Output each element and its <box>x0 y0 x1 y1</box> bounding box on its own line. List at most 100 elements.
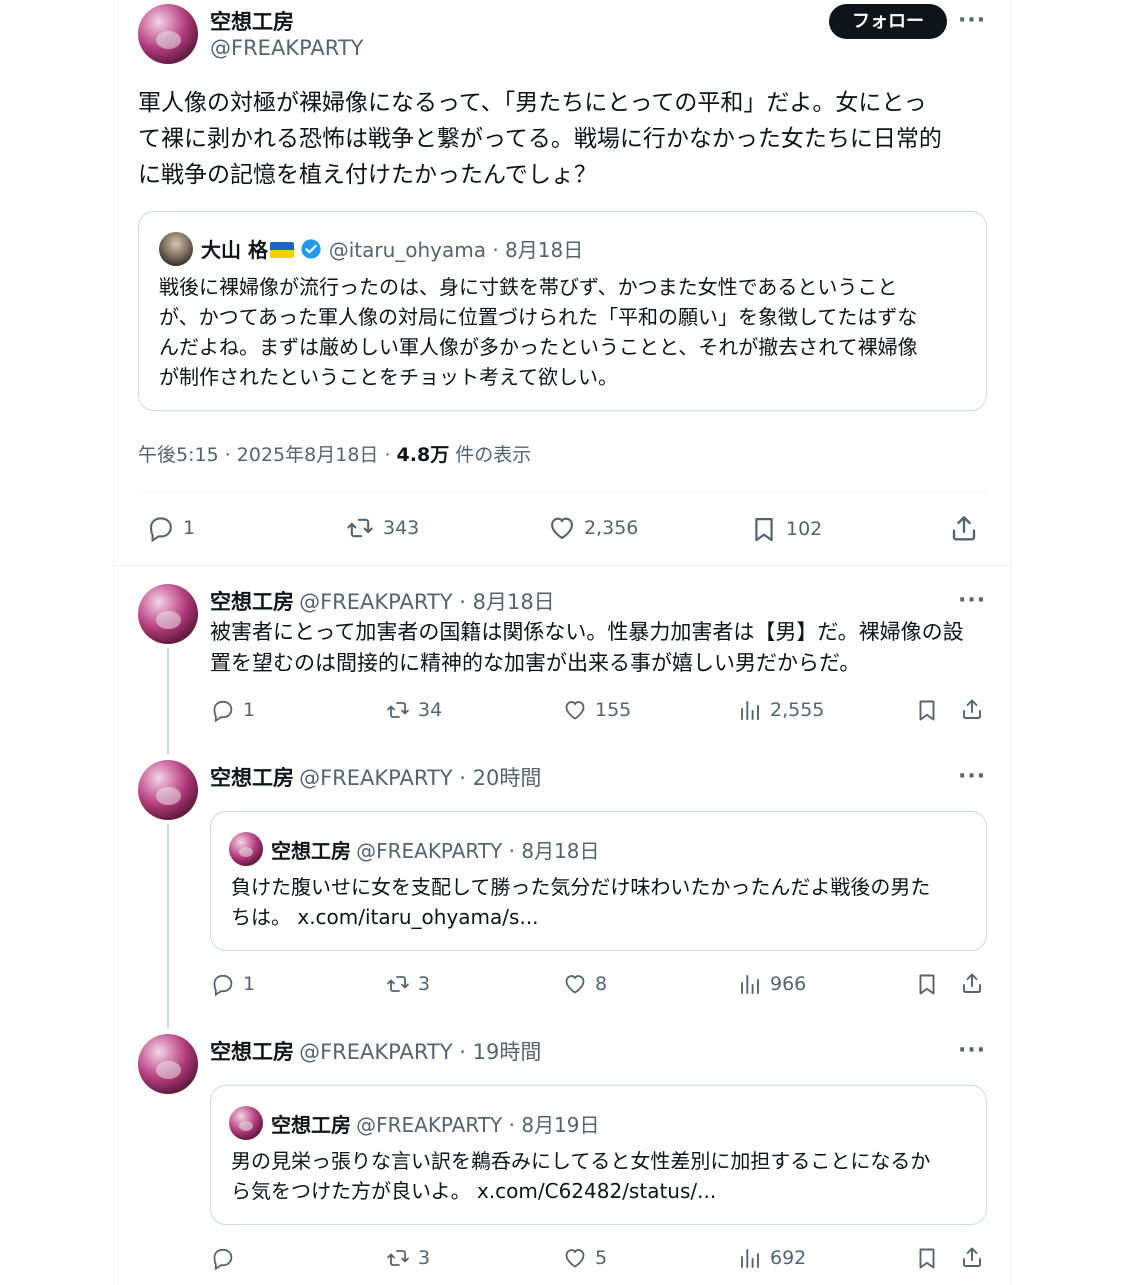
author-handle[interactable]: @FREAKPARTY <box>210 36 363 60</box>
like-icon <box>563 1246 587 1270</box>
quoted-author-avatar <box>229 1106 263 1140</box>
like-count: 5 <box>595 1247 608 1269</box>
quoted-author-name: 空想工房 <box>271 839 351 863</box>
views-icon <box>738 1246 762 1270</box>
post-timestamp[interactable]: 午後5:15 · 2025年8月18日 · <box>138 444 397 466</box>
reply-button[interactable]: 1 <box>147 514 195 542</box>
quoted-author-handle: @itaru_ohyama <box>328 238 486 262</box>
like-icon <box>548 514 576 542</box>
share-button[interactable] <box>949 513 979 543</box>
bookmark-button[interactable] <box>915 1246 939 1270</box>
bookmark-icon <box>915 1246 939 1270</box>
follow-button[interactable]: フォロー <box>829 4 947 39</box>
like-icon <box>563 698 587 722</box>
more-icon[interactable]: ··· <box>958 1038 986 1063</box>
like-count: 2,356 <box>584 517 639 539</box>
quoted-text: 負けた腹いせに女を支配して勝った気分だけ味わいたかったんだよ戦後の男た ちは。 … <box>231 872 976 932</box>
repost-count: 343 <box>383 517 420 539</box>
post-text-line: に戦争の記憶を植え付けたかったんでしょ？ <box>138 162 597 188</box>
bookmark-button[interactable] <box>915 698 939 722</box>
more-icon[interactable]: ··· <box>958 764 986 789</box>
quoted-author-avatar <box>229 832 263 866</box>
quoted-post[interactable]: 空想工房 @FREAKPARTY · 8月19日 男の見栄っ張りな言い訳を鵜呑み… <box>210 1085 987 1225</box>
more-icon[interactable]: ··· <box>958 588 986 613</box>
post-text: 軍人像の対極が裸婦像になるって、「男たちにとっての平和」だよ。女にとっ て裸に剥… <box>138 85 988 193</box>
reply-icon <box>147 514 175 542</box>
reply-text-line: 置を望むのは間接的に精神的な加害が出来る事が嬉しい男だからだ。 <box>210 651 861 675</box>
reply-text-line: 被害者にとって加害者の国籍は関係ない。性暴力加害者は【男】だ。裸婦像の設 <box>210 620 964 644</box>
reply-author-name[interactable]: 空想工房 <box>210 766 294 790</box>
like-button[interactable]: 2,356 <box>548 514 638 542</box>
reply-button[interactable]: 1 <box>211 698 255 722</box>
reply-handle-time[interactable]: @FREAKPARTY · 20時間 <box>299 766 541 790</box>
quoted-text-line: 男の見栄っ張りな言い訳を鵜呑みにしてると女性差別に加担することになるか <box>231 1149 931 1173</box>
bookmark-button[interactable]: 102 <box>750 514 822 544</box>
reply-handle-time[interactable]: @FREAKPARTY · 8月18日 <box>299 590 555 614</box>
views-count: 966 <box>770 973 807 995</box>
reply-button[interactable]: 1 <box>211 972 255 996</box>
bookmark-count: 102 <box>786 518 823 540</box>
views-count: 4.8万 <box>396 444 450 466</box>
quoted-text-line: ちは。 x.com/itaru_ohyama/s... <box>231 905 539 929</box>
post-text-line: 軍人像の対極が裸婦像になるって、「男たちにとっての平和」だよ。女にとっ <box>138 90 927 116</box>
like-icon <box>563 972 587 996</box>
share-button[interactable] <box>960 971 984 995</box>
repost-button[interactable]: 3 <box>386 972 430 996</box>
quoted-post[interactable]: 空想工房 @FREAKPARTY · 8月18日 負けた腹いせに女を支配して勝っ… <box>210 811 987 951</box>
views-count: 2,555 <box>770 699 825 721</box>
reply-handle-time[interactable]: @FREAKPARTY · 19時間 <box>299 1040 541 1064</box>
quoted-post[interactable]: 大山 格 @itaru_ohyama · 8月18日 戦後に裸婦像が流行ったのは… <box>138 211 987 411</box>
like-button[interactable]: 8 <box>563 972 607 996</box>
post-text-line: て裸に剥かれる恐怖は戦争と繋がってる。戦場に行かなかった女たちに日常的 <box>138 126 942 152</box>
like-count: 8 <box>595 973 608 995</box>
share-icon <box>949 513 979 543</box>
quoted-text-line: が、かつてあった軍人像の対局に位置づけられた「平和の願い」を象徴してたはずな <box>159 305 918 329</box>
thread-connector <box>167 648 169 754</box>
reply-icon <box>211 972 235 996</box>
reply-button[interactable] <box>211 1246 243 1270</box>
repost-icon <box>386 698 410 722</box>
reply-count: 1 <box>183 517 196 539</box>
reply-author-name[interactable]: 空想工房 <box>210 1040 294 1064</box>
share-icon <box>960 1245 984 1269</box>
share-icon <box>960 697 984 721</box>
repost-button[interactable]: 3 <box>386 1246 430 1270</box>
thread-connector <box>167 824 169 1028</box>
quoted-text-line: ら気をつけた方が良いよ。 x.com/C62482/status/... <box>231 1179 717 1203</box>
divider <box>138 492 988 493</box>
repost-count: 3 <box>418 1247 431 1269</box>
reply-avatar[interactable] <box>138 1034 198 1094</box>
repost-button[interactable]: 343 <box>345 514 419 542</box>
views-button[interactable]: 692 <box>738 1246 806 1270</box>
like-button[interactable]: 155 <box>563 698 631 722</box>
reply-count: 1 <box>243 699 256 721</box>
like-count: 155 <box>595 699 632 721</box>
author-avatar[interactable] <box>138 4 198 64</box>
reply-count: 1 <box>243 973 256 995</box>
views-count: 692 <box>770 1247 807 1269</box>
views-icon <box>738 698 762 722</box>
repost-icon <box>386 972 410 996</box>
more-icon[interactable]: ··· <box>958 8 986 33</box>
like-button[interactable]: 5 <box>563 1246 607 1270</box>
repost-button[interactable]: 34 <box>386 698 442 722</box>
share-button[interactable] <box>960 697 984 721</box>
bookmark-icon <box>750 514 778 544</box>
reply-author-name[interactable]: 空想工房 <box>210 590 294 614</box>
quoted-text: 戦後に裸婦像が流行ったのは、身に寸鉄を帯びず、かつまた女性であるということ が、… <box>159 272 974 392</box>
views-button[interactable]: 2,555 <box>738 698 824 722</box>
reply-avatar[interactable] <box>138 760 198 820</box>
share-button[interactable] <box>960 1245 984 1269</box>
views-button[interactable]: 966 <box>738 972 806 996</box>
divider <box>113 565 1011 566</box>
ukraine-flag-icon <box>269 242 294 258</box>
author-name[interactable]: 空想工房 <box>210 6 294 36</box>
quoted-author-name: 空想工房 <box>271 1113 351 1137</box>
reply-text: 被害者にとって加害者の国籍は関係ない。性暴力加害者は【男】だ。裸婦像の設 置を望… <box>210 617 990 679</box>
bookmark-button[interactable] <box>915 972 939 996</box>
bookmark-icon <box>915 698 939 722</box>
post-meta: 午後5:15 · 2025年8月18日 · 4.8万 件の表示 <box>138 440 531 467</box>
repost-icon <box>345 514 375 542</box>
views-icon <box>738 972 762 996</box>
reply-avatar[interactable] <box>138 584 198 644</box>
